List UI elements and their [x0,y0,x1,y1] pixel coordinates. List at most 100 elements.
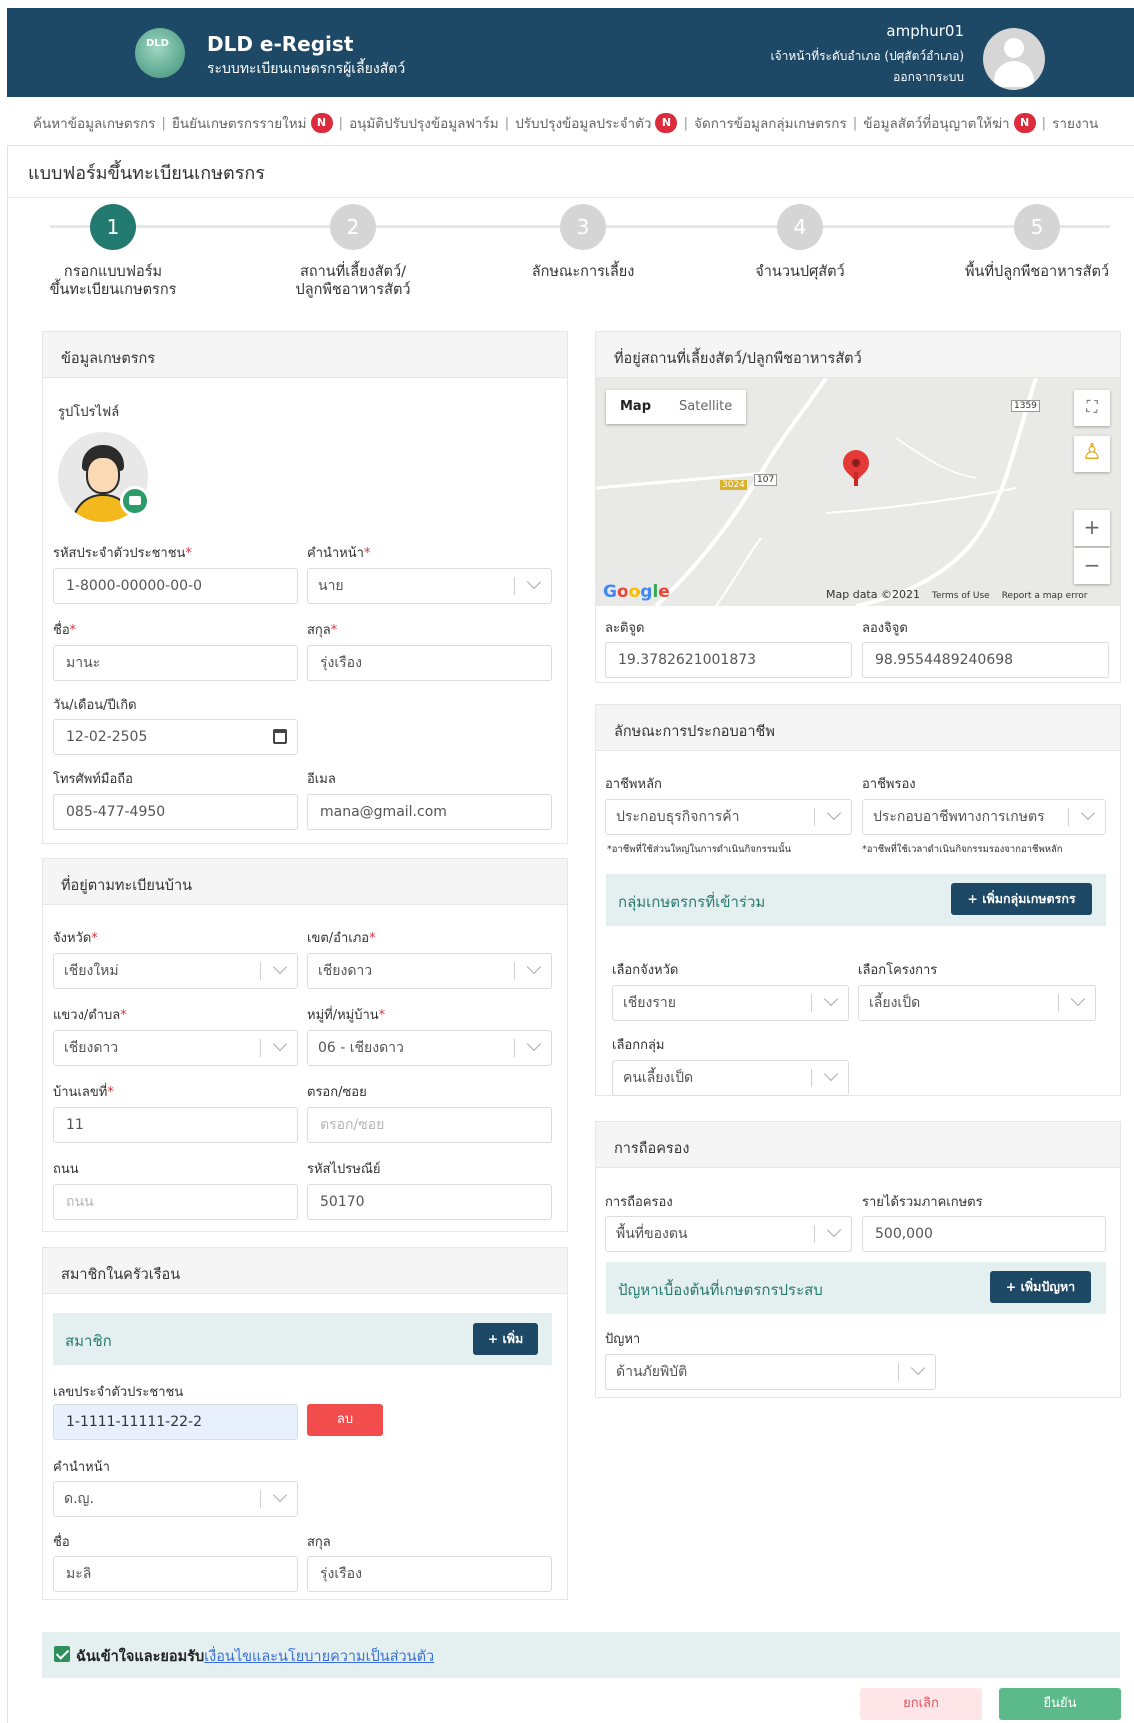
nav-item-report[interactable]: รายงาน [1052,112,1098,134]
main-nav: ค้นหาข้อมูลเกษตรกร | ยืนยันเกษตรกรรายใหม… [33,110,1098,136]
chevron-down-icon [272,959,288,975]
add-farmer-group-button[interactable]: + เพิ่มกลุ่มเกษตรกร [951,883,1092,915]
consent-text: ฉันเข้าใจและยอมรับเงื่อนไขและนโยบายความเ… [76,1649,435,1665]
profile-label: รูปโปรไฟล์ [58,405,120,420]
member-id-label: เลขประจำตัวประชาชน [53,1385,184,1400]
prefix-select[interactable]: นาย [307,568,552,604]
member-prefix-select[interactable]: ด.ญ. [53,1481,298,1517]
dld-logo[interactable]: DLD [135,28,185,78]
subdistrict-select[interactable]: เชียงดาว [53,1030,298,1066]
house-no-input[interactable]: 11 [53,1107,298,1143]
citizen-id-input[interactable]: 1-8000-00000-00-0 [53,568,298,604]
second-occupation-note: *อาชีพที่ใช้เวลาดำเนินกิจกรรมรองจากอาชีพ… [862,844,1063,855]
divider [7,145,1134,146]
select-project-label: เลือกโครงการ [858,963,938,978]
logout-link[interactable]: ออกจากระบบ [893,68,964,87]
road-label: ถนน [53,1162,79,1177]
select-province-select[interactable]: เชียงราย [612,985,849,1021]
first-name-input[interactable]: มานะ [53,645,298,681]
step-5-label: พื้นที่ปลูกพืชอาหารสัตว์ [964,264,1110,280]
add-member-button[interactable]: + เพิ่ม [473,1323,538,1355]
new-badge: N [1013,113,1036,133]
calendar-icon[interactable] [273,729,287,744]
subdistrict-label: แขวง/ตำบล* [53,1008,127,1023]
email-input[interactable]: mana@gmail.com [307,794,552,830]
alley-input[interactable]: ตรอก/ซอย [307,1107,552,1143]
delete-member-button[interactable]: ลบ [307,1404,383,1436]
camera-icon[interactable] [120,486,150,516]
divider [7,197,1134,198]
chevron-down-icon [1080,805,1096,821]
second-occupation-select[interactable]: ประกอบอาชีพทางการเกษตร [862,799,1106,835]
step-3-circle[interactable]: 3 [560,204,606,250]
longitude-label: ลองจิจูด [862,621,908,636]
card-title: ลักษณะการประกอบอาชีพ [596,705,1120,751]
problem-select[interactable]: ด้านภัยพิบัติ [605,1354,936,1390]
chevron-down-icon [910,1360,926,1376]
problem-bar-label: ปัญหาเบื้องต้นที่เกษตรกรประสบ [618,1281,823,1299]
member-id-input[interactable]: 1-1111-11111-22-2 [53,1404,298,1440]
card-title: ข้อมูลเกษตรกร [43,332,567,378]
step-4-circle[interactable]: 4 [777,204,823,250]
province-select[interactable]: เชียงใหม่ [53,953,298,989]
terms-link[interactable]: Terms of Use [932,591,990,601]
chevron-down-icon [1070,991,1086,1007]
card-title: ที่อยู่ตามทะเบียนบ้าน [43,859,567,905]
step-4-label: จำนวนปศุสัตว์ [755,264,845,280]
chevron-down-icon [823,991,839,1007]
map-tab[interactable]: Map [606,390,665,424]
main-occupation-select[interactable]: ประกอบธุรกิจการค้า [605,799,852,835]
member-first-input[interactable]: มะลิ [53,1556,298,1592]
dob-label: วัน/เดือน/ปีเกิด [53,698,137,713]
cancel-button[interactable]: ยกเลิก [860,1688,982,1720]
street-view-pegman-icon[interactable]: ♙ [1074,436,1110,472]
nav-item-approve-farm[interactable]: อนุมัติปรับปรุงข้อมูลฟาร์ม [349,112,499,134]
zoom-out-icon[interactable]: − [1074,548,1110,584]
village-select[interactable]: 06 - เชียงดาว [307,1030,552,1066]
step-2-circle[interactable]: 2 [330,204,376,250]
card-title: การถือครอง [596,1122,1120,1168]
email-label: อีเมล [307,772,336,787]
member-last-input[interactable]: รุ่งเรือง [307,1556,552,1592]
phone-input[interactable]: 085-477-4950 [53,794,298,830]
last-name-input[interactable]: รุ่งเรือง [307,645,552,681]
confirm-button[interactable]: ยืนยัน [999,1688,1121,1720]
select-project-select[interactable]: เลี้ยงเป็ด [858,985,1096,1021]
latitude-input[interactable]: 19.3782621001873 [605,642,852,678]
nav-item-manage-groups[interactable]: จัดการข้อมูลกลุ่มเกษตรกร [694,112,847,134]
postal-input[interactable]: 50170 [307,1184,552,1220]
consent-checkbox[interactable] [54,1646,70,1662]
select-group-select[interactable]: คนเลี้ยงเป็ด [612,1060,849,1096]
last-name-label: สกุล* [307,623,338,638]
card-title: ที่อยู่สถานที่เลี้ยงสัตว์/ปลูกพืชอาหารสั… [596,332,1120,378]
report-map-error-link[interactable]: Report a map error [1002,591,1088,601]
google-logo: Google [603,582,670,602]
divider [7,145,8,1723]
user-role: เจ้าหน้าที่ระดับอำเภอ (ปศุสัตว์อำเภอ) [770,49,964,63]
zoom-in-icon[interactable]: + [1074,510,1110,546]
map-view[interactable]: Map Satellite ⛶ ♙ + − 1359 107 3024 Goog… [596,378,1120,606]
road-sign-3024: 3024 [720,480,747,490]
user-avatar-icon[interactable] [983,28,1045,90]
chevron-down-icon [526,574,542,590]
chevron-down-icon [526,1036,542,1052]
postal-label: รหัสไปรษณีย์ [307,1162,381,1177]
satellite-tab[interactable]: Satellite [665,390,746,424]
longitude-input[interactable]: 98.9554489240698 [862,642,1109,678]
page-title: แบบฟอร์มขึ้นทะเบียนเกษตรกร [28,163,265,184]
chevron-down-icon [526,959,542,975]
holding-select[interactable]: พื้นที่ของตน [605,1216,852,1252]
road-input[interactable]: ถนน [53,1184,298,1220]
privacy-policy-link[interactable]: เงื่อนไขและนโยบายความเป็นส่วนตัว [204,1649,434,1665]
income-input[interactable]: 500,000 [862,1216,1106,1252]
fullscreen-icon[interactable]: ⛶ [1074,390,1110,426]
nav-item-slaughter[interactable]: ข้อมูลสัตว์ที่อนุญาตให้ฆ่า [863,112,1009,134]
nav-item-search-farmer[interactable]: ค้นหาข้อมูลเกษตรกร [33,112,155,134]
step-1-circle[interactable]: 1 [90,204,136,250]
district-select[interactable]: เชียงดาว [307,953,552,989]
nav-item-confirm-new[interactable]: ยืนยันเกษตรกรรายใหม่ [172,112,307,134]
dob-input[interactable]: 12-02-2505 [53,719,298,755]
add-problem-button[interactable]: + เพิ่มปัญหา [990,1271,1091,1303]
step-5-circle[interactable]: 5 [1014,204,1060,250]
nav-item-update-profile[interactable]: ปรับปรุงข้อมูลประจำตัว [515,112,651,134]
